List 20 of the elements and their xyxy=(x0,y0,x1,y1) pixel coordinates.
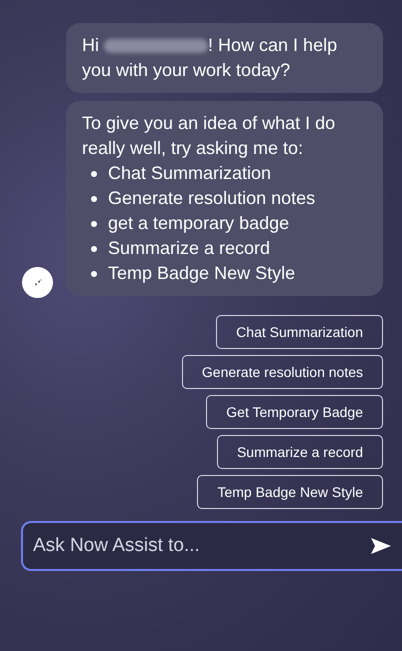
suggestion-button[interactable]: Temp Badge New Style xyxy=(197,475,383,509)
suggestion-button[interactable]: Summarize a record xyxy=(216,435,383,469)
greeting-text: Hi ! How can I help you with your work today? xyxy=(82,34,338,82)
bullet-icon xyxy=(91,196,97,202)
bullet-icon xyxy=(91,171,97,177)
list-item-text: Generate resolution notes xyxy=(108,188,316,208)
message-text: To give you an idea of what I do really well, try asking me to: xyxy=(82,112,336,160)
list-item-text: get a temporary badge xyxy=(108,213,290,233)
suggestion-button[interactable]: Get Temporary Badge xyxy=(206,395,383,429)
send-icon[interactable] xyxy=(370,537,392,555)
bullet-icon xyxy=(91,246,97,252)
bullet-icon xyxy=(91,221,97,227)
list-item-text: Chat Summarization xyxy=(108,163,272,183)
suggestion-button[interactable]: Generate resolution notes xyxy=(182,355,383,389)
list-item-text: Temp Badge New Style xyxy=(108,263,296,283)
message-input[interactable]: Ask Now Assist to... xyxy=(21,521,402,571)
suggestion-button[interactable]: Chat Summarization xyxy=(216,315,383,349)
bullet-icon xyxy=(91,271,97,277)
list-item-text: Summarize a record xyxy=(108,238,270,258)
assistant-avatar-icon xyxy=(22,267,53,298)
